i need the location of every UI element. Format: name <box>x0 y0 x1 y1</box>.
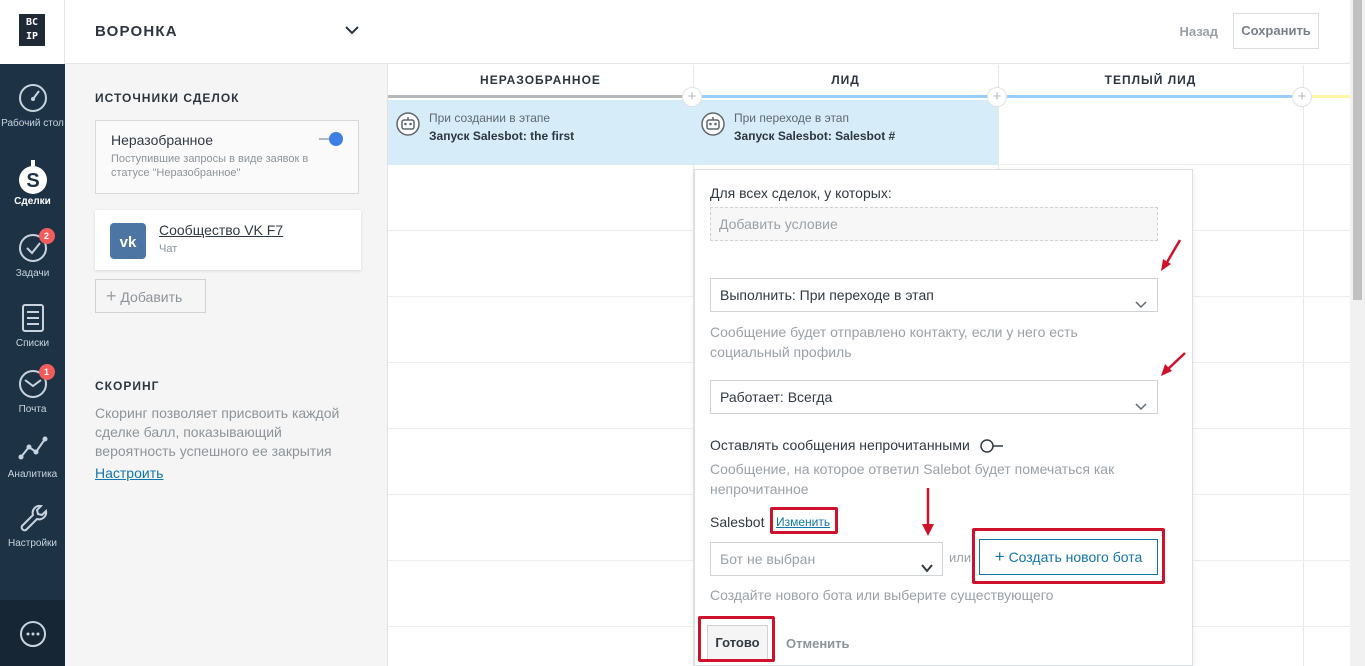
red-arrow-icon <box>1161 352 1186 376</box>
vk-source-name[interactable]: Сообщество VK F7 <box>159 222 283 238</box>
pipeline-settings-panel: ВОРОНКА ИСТОЧНИКИ СДЕЛОК Неразобранное П… <box>65 0 388 666</box>
scoring-description: Скоринг позволяет присвоить каждой сделк… <box>95 405 340 459</box>
create-bot-hint: Создайте нового бота или выберите сущест… <box>710 587 1054 603</box>
top-bar: Назад Сохранить <box>388 0 1350 64</box>
works-select[interactable]: Работает: Всегда <box>710 380 1158 414</box>
add-source-button[interactable]: + Добавить <box>95 279 206 313</box>
chat-button[interactable] <box>0 600 65 666</box>
trigger-event: При переходе в этап <box>734 111 849 125</box>
add-trigger-plus-icon[interactable]: + <box>1292 87 1312 107</box>
dollar-icon: S <box>17 160 49 194</box>
chevron-down-icon <box>921 553 933 573</box>
column-header-unsorted[interactable]: НЕРАЗОБРАННОЕ <box>388 65 693 97</box>
trigger-card[interactable]: При переходе в этап Запуск Salesbot: Sal… <box>693 100 998 165</box>
cancel-button[interactable]: Отменить <box>786 636 850 651</box>
bot-select-value: Бот не выбран <box>720 551 816 567</box>
unread-label: Оставлять сообщения непрочитанными <box>710 437 970 453</box>
highlight-box <box>770 507 838 534</box>
logo[interactable]: BC IP <box>0 0 65 64</box>
scrollbar-thumb[interactable] <box>1353 0 1362 300</box>
add-trigger-plus-icon[interactable]: + <box>987 87 1007 107</box>
nav-label: Настройки <box>7 538 58 549</box>
trigger-settings-popup: Для всех сделок, у которых: Добавить усл… <box>694 169 1193 666</box>
source-toggle[interactable] <box>318 132 344 146</box>
source-card-unsorted[interactable]: Неразобранное Поступившие запросы в виде… <box>95 120 359 194</box>
red-arrow-icon <box>1161 239 1182 271</box>
column-color-bar <box>388 95 693 98</box>
nav-item-settings[interactable]: Настройки <box>0 502 65 550</box>
nav-item-mail[interactable]: 1 Почта <box>0 364 65 416</box>
nav-item-lists[interactable]: Списки <box>0 302 65 350</box>
nav-label: Рабочий стол <box>1 118 64 129</box>
source-description: Поступившие запросы в виде заявок в стат… <box>111 153 309 179</box>
nav-label: Аналитика <box>7 469 58 480</box>
vk-source-type: Чат <box>159 243 178 255</box>
unread-toggle[interactable] <box>980 438 1004 454</box>
highlight-box <box>972 528 1165 584</box>
wrench-icon <box>17 502 49 534</box>
sources-title: ИСТОЧНИКИ СДЕЛОК <box>95 91 240 105</box>
red-arrow-icon <box>922 488 934 536</box>
nav-item-tasks[interactable]: 2 Задачи <box>0 228 65 280</box>
chevron-down-icon <box>1135 391 1147 411</box>
column-color-bar <box>998 95 1303 98</box>
mail-icon: 1 <box>17 364 55 400</box>
chevron-down-icon[interactable] <box>344 22 360 38</box>
dashboard-icon <box>17 82 49 114</box>
nav-label: Задачи <box>15 268 50 279</box>
list-icon <box>17 302 49 334</box>
add-condition-field[interactable]: Добавить условие <box>710 207 1158 241</box>
logo-mark: BC IP <box>19 14 45 46</box>
or-label: или <box>949 550 972 565</box>
robot-icon <box>701 112 725 136</box>
vk-source-card[interactable]: vk Сообщество VK F7 Чат <box>95 210 361 270</box>
nav-label: Почта <box>18 404 47 415</box>
trigger-action: Запуск Salesbot: the first <box>429 129 575 143</box>
robot-icon <box>396 112 420 136</box>
svg-text:S: S <box>26 170 39 192</box>
nav-item-deals[interactable]: S Сделки <box>0 160 65 208</box>
page-scrollbar[interactable] <box>1350 0 1365 666</box>
trigger-action: Запуск Salesbot: Salesbot # <box>734 129 896 143</box>
execute-select[interactable]: Выполнить: При переходе в этап <box>710 278 1158 312</box>
scoring-title: СКОРИНГ <box>95 379 160 393</box>
chevron-down-icon <box>1135 289 1147 309</box>
svg-text:vk: vk <box>120 234 137 251</box>
add-source-label: Добавить <box>120 289 183 305</box>
execute-select-value: Выполнить: При переходе в этап <box>720 287 934 303</box>
check-icon: 2 <box>17 228 55 264</box>
column-color-bar <box>693 95 998 98</box>
nav-label: Сделки <box>14 196 51 207</box>
tasks-badge: 2 <box>38 228 55 244</box>
bot-select[interactable]: Бот не выбран <box>710 542 943 576</box>
for-all-label: Для всех сделок, у которых: <box>710 185 892 201</box>
trigger-card[interactable]: При создании в этапе Запуск Salesbot: th… <box>388 100 693 165</box>
back-link[interactable]: Назад <box>1179 24 1218 39</box>
chat-icon <box>19 620 47 653</box>
panel-header: ВОРОНКА <box>65 0 388 64</box>
highlight-box <box>698 616 775 662</box>
scoring-configure-link[interactable]: Настроить <box>95 465 163 481</box>
column-divider <box>1303 65 1304 666</box>
add-trigger-plus-icon[interactable]: + <box>682 87 702 107</box>
execute-note: Сообщение будет отправлено контакту, есл… <box>710 324 1078 360</box>
column-header-lead[interactable]: ЛИД <box>693 65 998 97</box>
source-title: Неразобранное <box>111 132 213 148</box>
trigger-event: При создании в этапе <box>429 111 551 125</box>
analytics-icon <box>17 433 49 465</box>
column-header-warm-lead[interactable]: ТЕПЛЫЙ ЛИД <box>998 65 1303 97</box>
main-nav: BC IP Рабочий стол S Сделки 2 Задачи Спи… <box>0 0 65 666</box>
vk-icon: vk <box>110 223 146 259</box>
nav-label: Списки <box>15 338 50 349</box>
mail-badge: 1 <box>38 364 55 380</box>
works-select-value: Работает: Всегда <box>720 389 833 405</box>
pipeline-title: ВОРОНКА <box>95 23 178 40</box>
plus-icon: + <box>106 286 117 306</box>
salesbot-label: Salesbot <box>710 514 765 530</box>
nav-item-dashboard[interactable]: Рабочий стол <box>0 82 65 130</box>
save-button[interactable]: Сохранить <box>1233 13 1319 49</box>
nav-item-analytics[interactable]: Аналитика <box>0 433 65 481</box>
